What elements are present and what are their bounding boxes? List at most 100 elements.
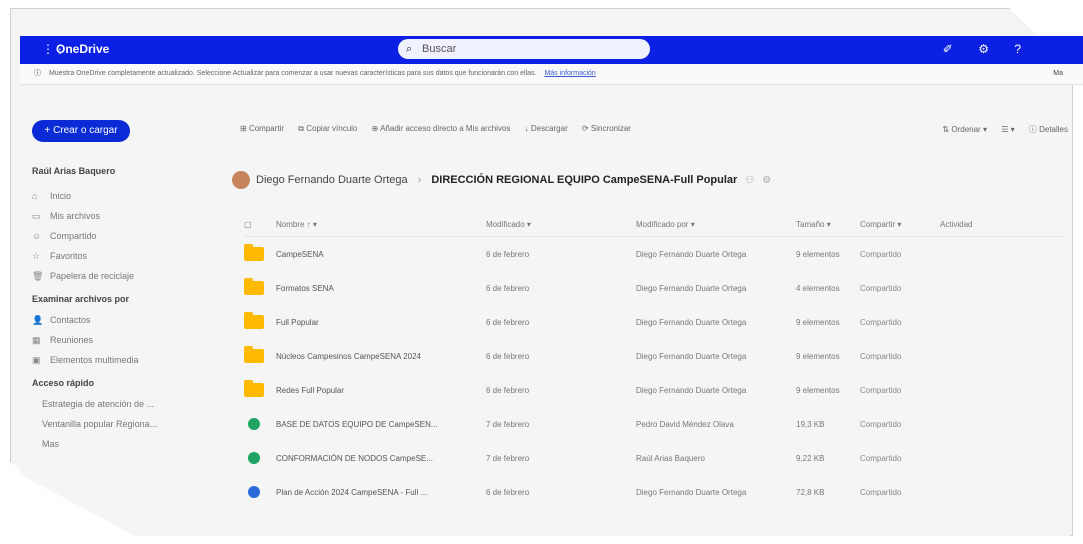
search-placeholder: Buscar: [422, 43, 457, 55]
share-button[interactable]: ⊞ Compartir: [240, 124, 284, 133]
file-modified-by: Raúl Arias Baquero: [636, 453, 705, 463]
sidebar-item-media[interactable]: ▣ Elementos multimedia: [32, 350, 192, 370]
file-modified-by: Pedro David Méndez Olava: [636, 419, 734, 429]
table-row[interactable]: Redes Full Popular 6 de febrero Diego Fe…: [244, 373, 1064, 407]
search-box[interactable]: ⌕ Buscar: [398, 39, 650, 59]
sidebar-item-my-files[interactable]: ▭ Mis archivos: [32, 206, 192, 226]
avatar: [232, 171, 250, 189]
sidebar-item-meetings[interactable]: ▦ Reuniones: [32, 330, 192, 350]
quick-item[interactable]: Estrategia de atención de ...: [42, 394, 192, 414]
create-upload-button[interactable]: + Crear o cargar: [32, 120, 130, 142]
file-share-status: Compartido: [860, 385, 902, 395]
top-bar: ⋮⋮ OneDrive ⌕ Buscar ✐ ⚙ ?: [20, 36, 1083, 64]
megaphone-icon[interactable]: ✐: [943, 42, 953, 56]
quick-item[interactable]: Ventanilla popular Regiona...: [42, 414, 192, 434]
sort-button[interactable]: ⇅ Ordenar ▾: [942, 125, 987, 134]
file-modified-by: Diego Fernando Duarte Ortega: [636, 283, 747, 293]
file-modified: 6 de febrero: [486, 317, 530, 327]
person-icon: 👤: [32, 315, 44, 325]
table-row[interactable]: Núcleos Campesinos CampeSENA 2024 6 de f…: [244, 339, 1064, 373]
file-size: 9 elementos: [796, 385, 840, 395]
file-modified: 6 de febrero: [486, 283, 530, 293]
topbar-icons: ✐ ⚙ ?: [921, 42, 1021, 56]
file-name[interactable]: BASE DE DATOS EQUIPO DE CampeSEN...: [276, 420, 486, 429]
app-name[interactable]: OneDrive: [56, 42, 109, 56]
column-modified[interactable]: Modificado ▾: [486, 220, 636, 229]
view-button[interactable]: ☰ ▾: [1001, 125, 1014, 134]
notice-right: Ma: [1053, 70, 1063, 77]
help-icon[interactable]: ?: [1014, 42, 1021, 56]
trash-icon: 🗑: [32, 271, 44, 281]
column-activity[interactable]: Actividad: [940, 220, 1030, 229]
file-modified-by: Diego Fernando Duarte Ortega: [636, 487, 747, 497]
file-name[interactable]: Núcleos Campesinos CampeSENA 2024: [276, 352, 486, 361]
table-row[interactable]: CONFORMACIÓN DE NODOS CampeSE... 7 de fe…: [244, 441, 1064, 475]
file-name[interactable]: Redes Full Popular: [276, 386, 486, 395]
file-share-status: Compartido: [860, 419, 902, 429]
sync-button[interactable]: ⟳ Sincronizar: [582, 124, 631, 133]
column-share[interactable]: Compartir ▾: [860, 220, 940, 229]
file-size: 9 elementos: [796, 249, 840, 259]
download-button[interactable]: ↓ Descargar: [525, 124, 568, 133]
file-modified: 6 de febrero: [486, 487, 530, 497]
sidebar-section-browse: Examinar archivos por: [32, 294, 130, 304]
file-name[interactable]: CONFORMACIÓN DE NODOS CampeSE...: [276, 454, 486, 463]
folder-icon: ▭: [32, 211, 41, 221]
home-icon: ⌂: [32, 191, 38, 201]
notice-text: Muestra OneDrive completamente actualiza…: [48, 70, 537, 77]
file-share-status: Compartido: [860, 317, 902, 327]
file-modified: 7 de febrero: [486, 453, 530, 463]
table-header: ▢ Nombre ↑ ▾ Modificado ▾ Modificado por…: [244, 212, 1064, 237]
column-name[interactable]: Nombre ↑ ▾: [276, 220, 486, 229]
quick-item[interactable]: Mas: [42, 434, 192, 454]
notice-bar: ⓘ Muestra OneDrive completamente actuali…: [20, 64, 1083, 85]
file-name[interactable]: CampeSENA: [276, 250, 486, 259]
sidebar-item-home[interactable]: ⌂ Inicio: [32, 186, 192, 206]
folder-icon: [244, 278, 264, 295]
file-name[interactable]: Full Popular: [276, 318, 486, 327]
search-icon: ⌕: [406, 43, 413, 55]
table-row[interactable]: BASE DE DATOS EQUIPO DE CampeSEN... 7 de…: [244, 407, 1064, 441]
word-file-icon: [248, 486, 260, 498]
file-modified-by: Diego Fernando Duarte Ortega: [636, 351, 747, 361]
copy-link-button[interactable]: ⧉ Copiar vínculo: [298, 124, 357, 134]
add-shortcut-button[interactable]: ⊕ Añadir acceso directo a Mis archivos: [372, 124, 511, 133]
breadcrumb-owner[interactable]: Diego Fernando Duarte Ortega: [256, 174, 408, 186]
file-type-icon: ▢: [244, 219, 252, 229]
command-bar: ⊞ Compartir ⧉ Copiar vínculo ⊕ Añadir ac…: [240, 124, 1080, 140]
file-modified-by: Diego Fernando Duarte Ortega: [636, 317, 747, 327]
table-row[interactable]: Plan de Acción 2024 CampeSENA - Full ...…: [244, 475, 1064, 509]
notice-link[interactable]: Más información: [544, 70, 595, 77]
excel-file-icon: [248, 418, 260, 430]
file-share-status: Compartido: [860, 351, 902, 361]
file-name[interactable]: Plan de Acción 2024 CampeSENA - Full ...: [276, 488, 486, 497]
sidebar-item-recycle[interactable]: 🗑 Papelera de reciclaje: [32, 266, 192, 286]
column-modified-by[interactable]: Modificado por ▾: [636, 220, 796, 229]
table-row[interactable]: Full Popular 6 de febrero Diego Fernando…: [244, 305, 1064, 339]
folder-icon: [244, 312, 264, 329]
file-size: 9 elementos: [796, 317, 840, 327]
info-icon: ⓘ: [34, 70, 41, 77]
file-table: ▢ Nombre ↑ ▾ Modificado ▾ Modificado por…: [244, 212, 1064, 509]
file-size: 9,22 KB: [796, 453, 825, 463]
table-row[interactable]: CampeSENA 6 de febrero Diego Fernando Du…: [244, 237, 1064, 271]
file-modified: 6 de febrero: [486, 351, 530, 361]
sidebar-item-contacts[interactable]: 👤 Contactos: [32, 310, 192, 330]
file-modified: 6 de febrero: [486, 385, 530, 395]
file-name[interactable]: Formatos SENA: [276, 284, 486, 293]
people-icon[interactable]: ⚇: [745, 175, 754, 186]
settings-icon[interactable]: ⚙: [762, 175, 771, 186]
media-icon: ▣: [32, 355, 41, 365]
sidebar-item-shared[interactable]: ☺ Compartido: [32, 226, 192, 246]
file-share-status: Compartido: [860, 487, 902, 497]
calendar-icon: ▦: [32, 335, 41, 345]
table-row[interactable]: Formatos SENA 6 de febrero Diego Fernand…: [244, 271, 1064, 305]
column-size[interactable]: Tamaño ▾: [796, 220, 860, 229]
people-icon: ☺: [32, 231, 42, 241]
details-button[interactable]: ⓘ Detalles: [1029, 124, 1068, 135]
folder-icon: [244, 244, 264, 261]
breadcrumb: Diego Fernando Duarte Ortega › DIRECCIÓN…: [232, 170, 771, 190]
sidebar-item-favorites[interactable]: ☆ Favoritos: [32, 246, 192, 266]
settings-icon[interactable]: ⚙: [978, 42, 989, 56]
file-modified: 6 de febrero: [486, 249, 530, 259]
